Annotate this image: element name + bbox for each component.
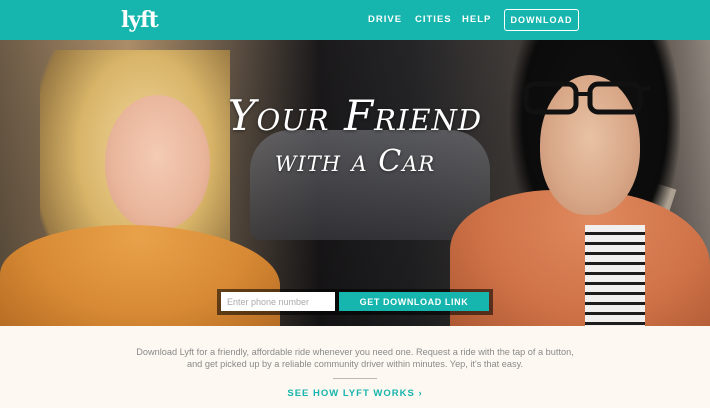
divider xyxy=(333,378,377,379)
top-navbar: lyft DRIVE CITIES HELP DOWNLOAD xyxy=(0,0,710,40)
nav-cities-link[interactable]: CITIES xyxy=(415,14,452,26)
headline-line-2: with a Car xyxy=(274,144,436,179)
hero-photo xyxy=(0,40,710,326)
see-how-lyft-works-link[interactable]: SEE HOW LYFT WORKS › xyxy=(0,388,710,399)
download-button[interactable]: DOWNLOAD xyxy=(504,9,579,31)
driver-striped-shirt xyxy=(585,225,645,326)
headline-line-1: Your Friend xyxy=(227,91,483,140)
phone-number-input[interactable] xyxy=(221,292,335,311)
nav-drive-link[interactable]: DRIVE xyxy=(368,14,402,26)
description-line-1: Download Lyft for a friendly, affordable… xyxy=(136,347,574,357)
hero-headline: Your Friend with a Car xyxy=(0,92,710,182)
description-text: Download Lyft for a friendly, affordable… xyxy=(0,346,710,370)
lyft-logo[interactable]: lyft xyxy=(121,7,159,33)
get-download-link-button[interactable]: GET DOWNLOAD LINK xyxy=(339,292,489,311)
nav-help-link[interactable]: HELP xyxy=(462,14,491,26)
description-line-2: and get picked up by a reliable communit… xyxy=(186,359,524,369)
